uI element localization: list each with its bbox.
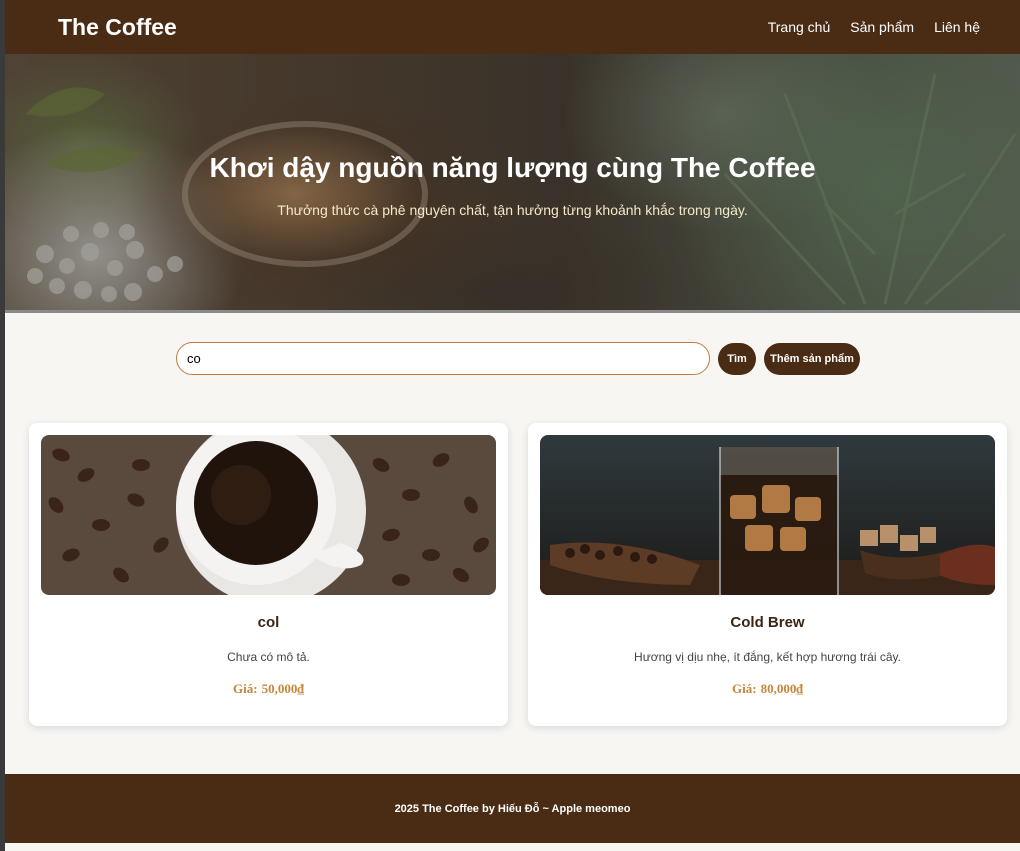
search-bar: Tìm Thêm sản phẩm: [176, 342, 860, 375]
product-image-coffee-cup: [41, 435, 496, 595]
price-value: 80,000₫: [760, 681, 803, 696]
hero-title: Khơi dậy nguồn năng lượng cùng The Coffe…: [209, 152, 816, 183]
product-image-cold-brew: [540, 435, 995, 595]
product-price: Giá: 50,000₫: [29, 681, 508, 697]
brand-logo[interactable]: The Coffee: [58, 14, 177, 41]
price-label: Giá:: [732, 681, 757, 696]
product-name: Cold Brew: [730, 614, 805, 631]
search-button[interactable]: Tìm: [718, 342, 756, 375]
site-header: The Coffee Trang chủ Sản phẩm Liên hệ: [5, 0, 1020, 54]
hero-content: Khơi dậy nguồn năng lượng cùng The Coffe…: [5, 152, 1020, 218]
main-nav: Trang chủ Sản phẩm Liên hệ: [768, 19, 980, 35]
product-card[interactable]: col Chưa có mô tả. Giá: 50,000₫: [29, 423, 508, 726]
product-card[interactable]: Cold Brew Hương vị dịu nhẹ, ít đắng, kết…: [528, 423, 1007, 726]
product-name: col: [257, 614, 280, 631]
product-description: Hương vị dịu nhẹ, ít đắng, kết hợp hương…: [634, 650, 901, 664]
nav-contact-link[interactable]: Liên hệ: [934, 19, 980, 35]
hero-banner: Khơi dậy nguồn năng lượng cùng The Coffe…: [5, 54, 1020, 313]
search-input[interactable]: [176, 342, 710, 375]
site-footer: 2025 The Coffee by Hiếu Đỗ ~ Apple meome…: [5, 774, 1020, 843]
price-label: Giá:: [233, 681, 258, 696]
add-product-button[interactable]: Thêm sản phẩm: [764, 342, 860, 375]
nav-home-link[interactable]: Trang chủ: [768, 19, 831, 35]
price-value: 50,000₫: [261, 681, 304, 696]
product-price: Giá: 80,000₫: [528, 681, 1007, 697]
page: The Coffee Trang chủ Sản phẩm Liên hệ Kh…: [5, 0, 1020, 851]
footer-text: 2025 The Coffee by Hiếu Đỗ ~ Apple meome…: [394, 802, 631, 815]
product-description: Chưa có mô tả.: [227, 650, 310, 664]
hero-subtitle: Thưởng thức cà phê nguyên chất, tận hưởn…: [277, 202, 748, 218]
nav-products-link[interactable]: Sản phẩm: [850, 19, 914, 35]
